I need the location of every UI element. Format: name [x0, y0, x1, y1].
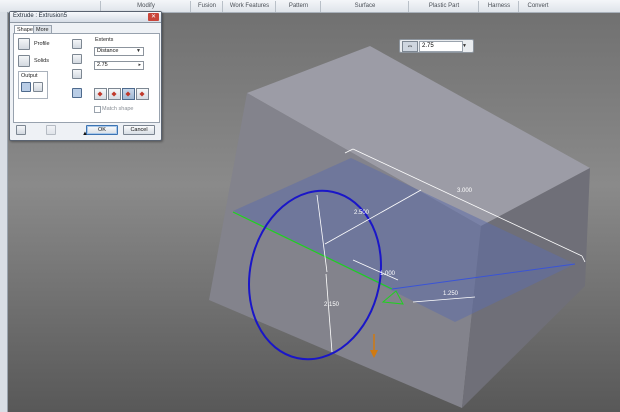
dimension-label-5[interactable]: 1.000: [380, 271, 395, 277]
ribbon-group-harness[interactable]: Harness: [478, 1, 519, 12]
direction-asymmetric-button[interactable]: [136, 88, 149, 100]
solids-select-icon[interactable]: [18, 55, 30, 67]
ribbon-group-surface[interactable]: Surface: [320, 1, 409, 12]
ribbon-group-pattern[interactable]: Pattern: [275, 1, 321, 12]
chevron-right-icon[interactable]: ▸: [138, 62, 141, 69]
dimension-label-2[interactable]: 3.000: [457, 188, 472, 194]
direction-symmetric-button[interactable]: [122, 88, 135, 100]
ribbon-group-work-features[interactable]: Work Features: [222, 1, 276, 12]
ribbon-group-convert[interactable]: Convert: [518, 1, 557, 12]
chevron-down-icon[interactable]: ▼: [136, 48, 141, 55]
dialog-titlebar[interactable]: Extrude : Extrusion5 ✕: [10, 12, 161, 23]
extents-type-value: Distance: [97, 48, 119, 54]
ribbon-group-fusion[interactable]: Fusion: [190, 1, 223, 12]
chevron-down-icon[interactable]: ▼: [462, 43, 467, 49]
dimension-label-1[interactable]: 2.500: [354, 210, 369, 216]
output-label: Output: [21, 73, 38, 79]
distance-value: 2.75: [97, 62, 108, 68]
output-solid-icon[interactable]: [21, 82, 31, 92]
cancel-button[interactable]: Cancel: [123, 125, 155, 135]
cut-icon[interactable]: [72, 54, 82, 64]
direction-2-button[interactable]: [108, 88, 121, 100]
join-icon[interactable]: [72, 39, 82, 49]
output-surface-icon[interactable]: [33, 82, 43, 92]
extents-label: Extents: [95, 37, 114, 43]
mini-toolbar: ⇔ 2.75 ▼: [399, 39, 474, 53]
extrude-dialog: Extrude : Extrusion5 ✕ Shape More Profil…: [9, 11, 162, 141]
dialog-title: Extrude : Extrusion5: [13, 13, 68, 19]
solids-label: Solids: [34, 58, 49, 64]
flip-direction-icon[interactable]: ⇔: [402, 41, 418, 52]
intersect-icon[interactable]: [72, 69, 82, 79]
profile-label: Profile: [34, 41, 50, 47]
extents-type-select[interactable]: Distance ▼: [94, 47, 144, 56]
direction-1-button[interactable]: [94, 88, 107, 100]
dialog-collapse-icon[interactable]: ▲: [82, 131, 88, 137]
dimension-label-3[interactable]: 1.250: [443, 291, 458, 297]
help-icon[interactable]: [16, 125, 26, 135]
new-solid-icon[interactable]: [72, 88, 82, 98]
mini-distance-field[interactable]: 2.75: [419, 41, 463, 52]
shape-panel: Profile Solids Output Extents Distance ▼…: [13, 33, 160, 123]
dimension-label-4[interactable]: 2.150: [324, 302, 339, 308]
ribbon-group-plastic-part[interactable]: Plastic Part: [408, 1, 479, 12]
close-icon[interactable]: ✕: [148, 13, 159, 21]
preview-icon[interactable]: [46, 125, 56, 135]
match-shape-label: Match shape: [102, 106, 134, 112]
match-shape-checkbox[interactable]: [94, 106, 101, 113]
profile-select-icon[interactable]: [18, 38, 30, 50]
distance-input[interactable]: 2.75 ▸: [94, 61, 144, 70]
ok-button[interactable]: OK: [86, 125, 118, 135]
